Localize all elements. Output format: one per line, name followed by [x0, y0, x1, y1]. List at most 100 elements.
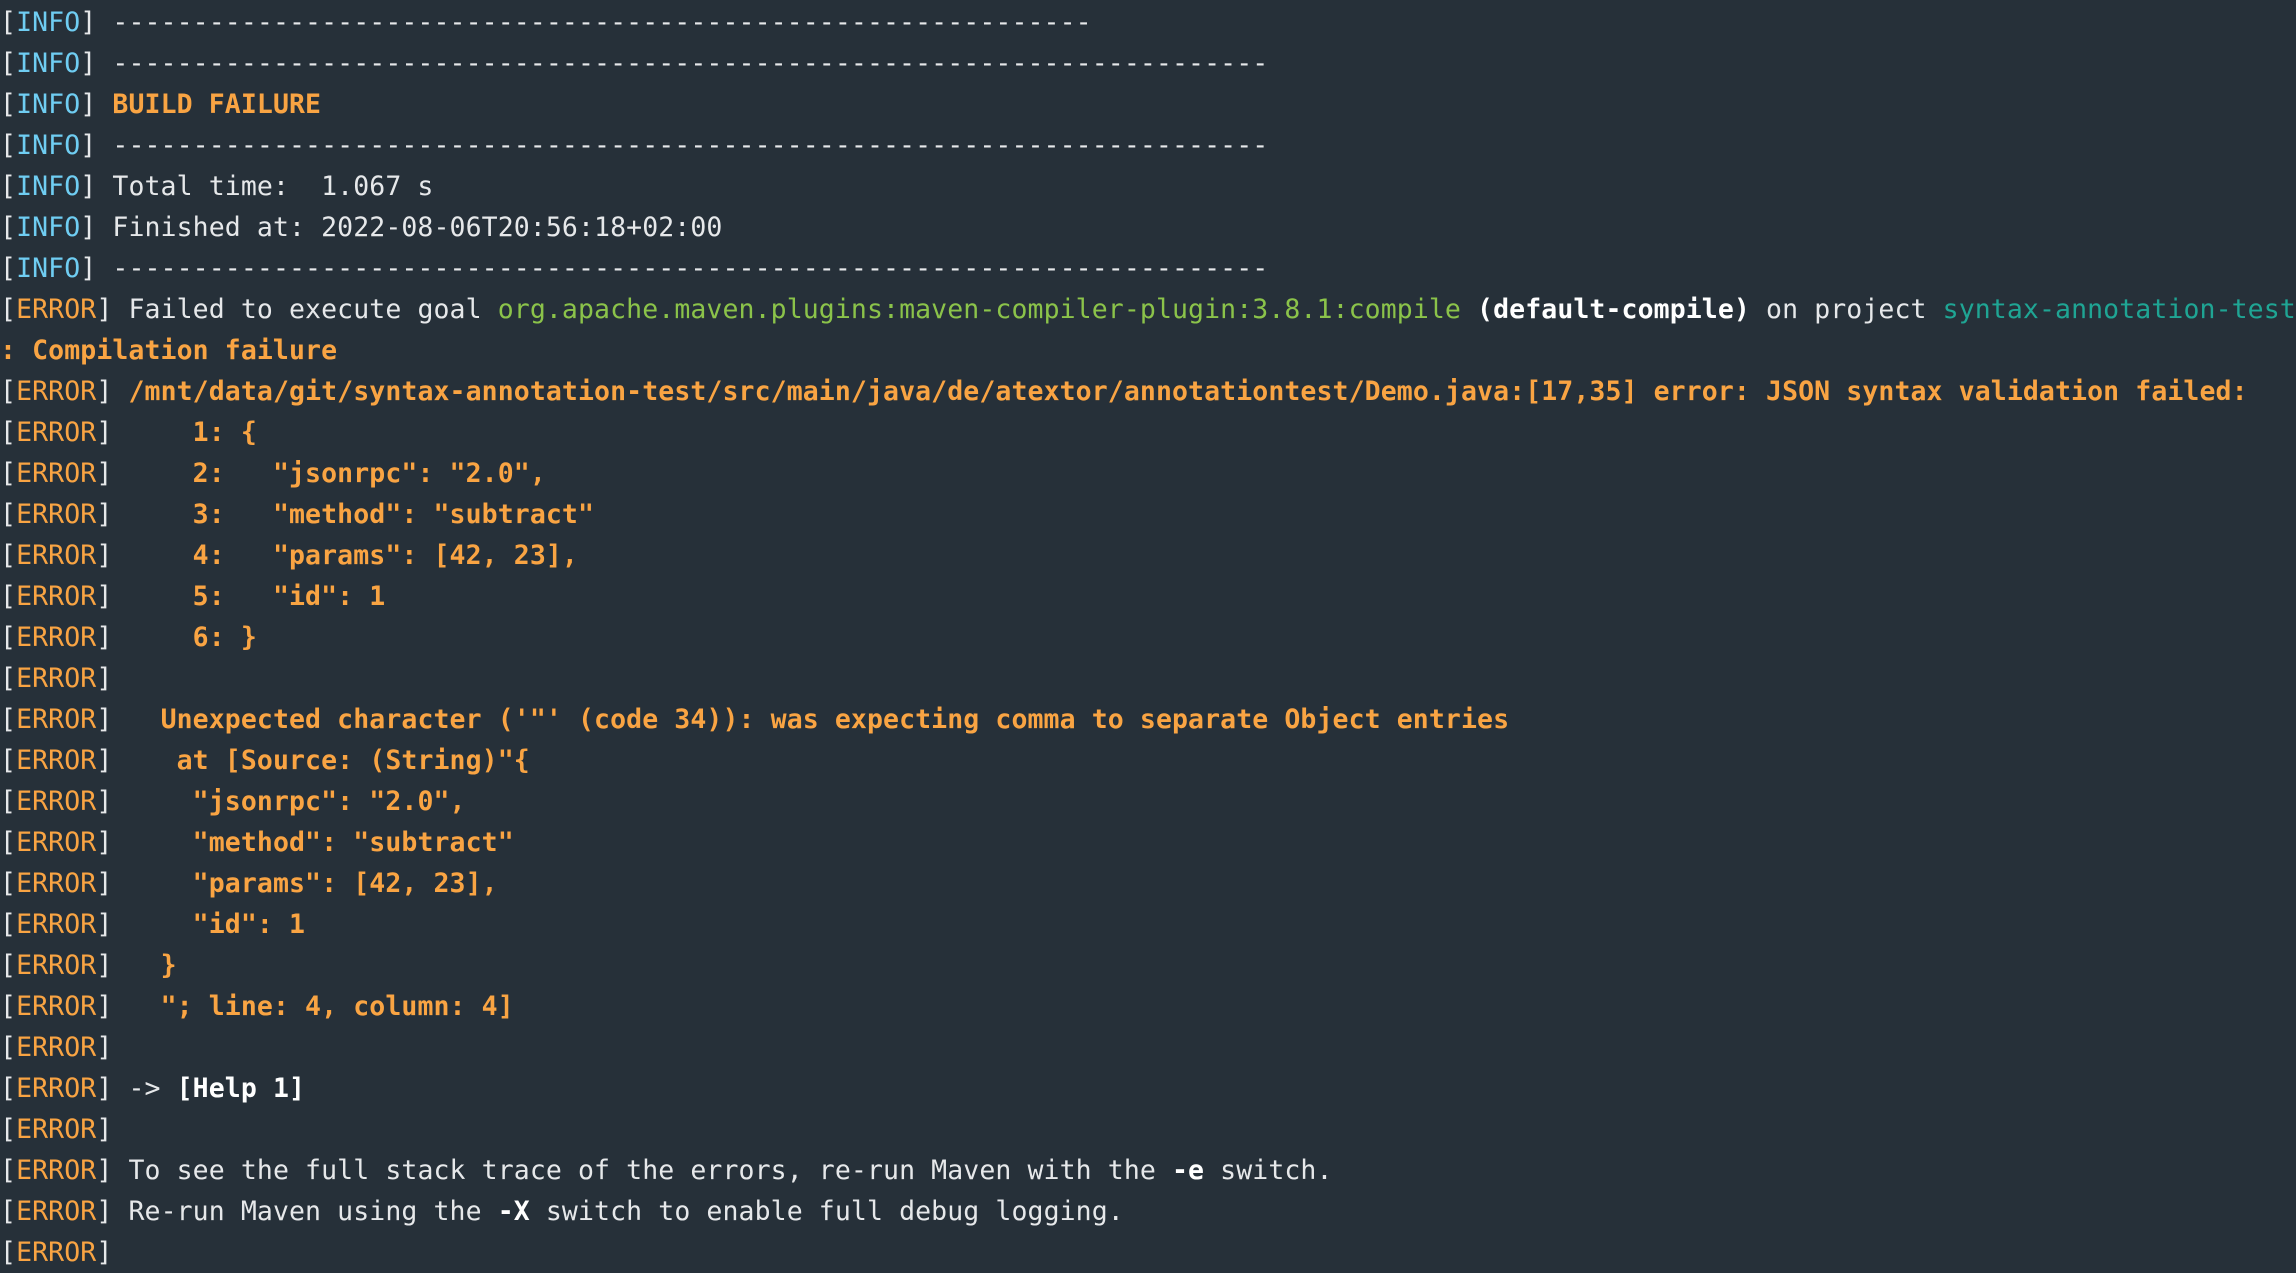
bracket-open: [	[0, 704, 17, 735]
log-line: [ERROR] }	[0, 945, 2296, 986]
bracket-close: ]	[96, 1196, 113, 1227]
log-text: ----------------------------------------…	[96, 253, 1269, 284]
log-level: ERROR	[16, 827, 97, 858]
log-level: INFO	[16, 253, 81, 284]
log-text: Failed to execute goal	[112, 294, 498, 325]
log-level: INFO	[16, 171, 81, 202]
log-text: Re-run Maven using the	[112, 1196, 498, 1227]
log-line: [ERROR] "params": [42, 23],	[0, 863, 2296, 904]
bracket-close: ]	[96, 376, 113, 407]
log-text: [Help 1]	[176, 1073, 306, 1104]
log-text: at [Source: (String)"{	[112, 745, 530, 776]
bracket-close: ]	[96, 991, 113, 1022]
bracket-open: [	[0, 540, 17, 571]
log-line: [ERROR]	[0, 1109, 2296, 1150]
bracket-close: ]	[96, 868, 113, 899]
bracket-open: [	[0, 1114, 17, 1145]
bracket-close: ]	[80, 171, 97, 202]
bracket-open: [	[0, 1196, 17, 1227]
log-text: on project	[1749, 294, 1943, 325]
log-line: [ERROR]	[0, 1027, 2296, 1068]
log-text: "params": [42, 23],	[112, 868, 498, 899]
bracket-close: ]	[96, 950, 113, 981]
bracket-open: [	[0, 1237, 17, 1268]
log-level: ERROR	[16, 581, 97, 612]
log-text: syntax-annotation-test	[1942, 294, 2296, 325]
bracket-open: [	[0, 581, 17, 612]
log-level: ERROR	[16, 991, 97, 1022]
log-level: ERROR	[16, 663, 97, 694]
log-text: 3: "method": "subtract"	[112, 499, 595, 530]
log-line: [ERROR] Re-run Maven using the -X switch…	[0, 1191, 2296, 1232]
log-text: ->	[112, 1073, 177, 1104]
log-text: -e	[1172, 1155, 1205, 1186]
bracket-open: [	[0, 1032, 17, 1063]
bracket-open: [	[0, 171, 17, 202]
log-level: ERROR	[16, 622, 97, 653]
log-text: }	[112, 950, 177, 981]
log-line: [ERROR] To see the full stack trace of t…	[0, 1150, 2296, 1191]
bracket-open: [	[0, 417, 17, 448]
bracket-open: [	[0, 622, 17, 653]
bracket-open: [	[0, 294, 17, 325]
log-text: To see the full stack trace of the error…	[112, 1155, 1172, 1186]
log-line: [ERROR] "; line: 4, column: 4]	[0, 986, 2296, 1027]
log-line: [ERROR]	[0, 1232, 2296, 1273]
bracket-close: ]	[96, 1073, 113, 1104]
log-level: INFO	[16, 212, 81, 243]
bracket-open: [	[0, 745, 17, 776]
bracket-open: [	[0, 376, 17, 407]
bracket-open: [	[0, 499, 17, 530]
log-line: [INFO] ---------------------------------…	[0, 43, 2296, 84]
log-line: [INFO] Total time: 1.067 s	[0, 166, 2296, 207]
log-level: ERROR	[16, 417, 97, 448]
log-level: ERROR	[16, 786, 97, 817]
log-line: [ERROR] 1: {	[0, 412, 2296, 453]
log-text: Finished at: 2022-08-06T20:56:18+02:00	[96, 212, 723, 243]
log-text: org.apache.maven.plugins:maven-compiler-…	[497, 294, 1461, 325]
log-text: 6: }	[112, 622, 257, 653]
log-level: ERROR	[16, 868, 97, 899]
log-line: [INFO] ---------------------------------…	[0, 248, 2296, 289]
bracket-close: ]	[96, 1114, 113, 1145]
log-text: "; line: 4, column: 4]	[112, 991, 514, 1022]
log-line: [ERROR] "jsonrpc": "2.0",	[0, 781, 2296, 822]
log-level: ERROR	[16, 458, 97, 489]
log-line: [INFO] ---------------------------------…	[0, 2, 2296, 43]
log-line: [ERROR] "method": "subtract"	[0, 822, 2296, 863]
log-text: 1: {	[112, 417, 257, 448]
bracket-open: [	[0, 786, 17, 817]
terminal-output[interactable]: [INFO] ---------------------------------…	[0, 0, 2296, 1273]
log-line: [INFO] Finished at: 2022-08-06T20:56:18+…	[0, 207, 2296, 248]
log-level: ERROR	[16, 745, 97, 776]
log-line: [INFO] ---------------------------------…	[0, 125, 2296, 166]
bracket-open: [	[0, 991, 17, 1022]
bracket-open: [	[0, 909, 17, 940]
bracket-close: ]	[96, 458, 113, 489]
log-text: "jsonrpc": "2.0",	[112, 786, 466, 817]
log-text: Total time: 1.067 s	[96, 171, 434, 202]
bracket-open: [	[0, 253, 17, 284]
log-text: -X	[497, 1196, 530, 1227]
log-level: ERROR	[16, 499, 97, 530]
log-line: [ERROR]	[0, 658, 2296, 699]
bracket-close: ]	[96, 540, 113, 571]
log-line: [ERROR] 4: "params": [42, 23],	[0, 535, 2296, 576]
bracket-open: [	[0, 212, 17, 243]
log-level: INFO	[16, 48, 81, 79]
bracket-open: [	[0, 7, 17, 38]
log-text: (default-compile)	[1477, 294, 1750, 325]
bracket-close: ]	[96, 909, 113, 940]
log-level: INFO	[16, 7, 81, 38]
log-line: [ERROR] Unexpected character ('"' (code …	[0, 699, 2296, 740]
bracket-close: ]	[80, 130, 97, 161]
bracket-close: ]	[96, 1155, 113, 1186]
log-line: [ERROR] -> [Help 1]	[0, 1068, 2296, 1109]
bracket-open: [	[0, 1155, 17, 1186]
bracket-close: ]	[96, 622, 113, 653]
bracket-close: ]	[80, 48, 97, 79]
log-text: switch to enable full debug logging.	[529, 1196, 1124, 1227]
log-level: ERROR	[16, 294, 97, 325]
bracket-close: ]	[80, 89, 97, 120]
